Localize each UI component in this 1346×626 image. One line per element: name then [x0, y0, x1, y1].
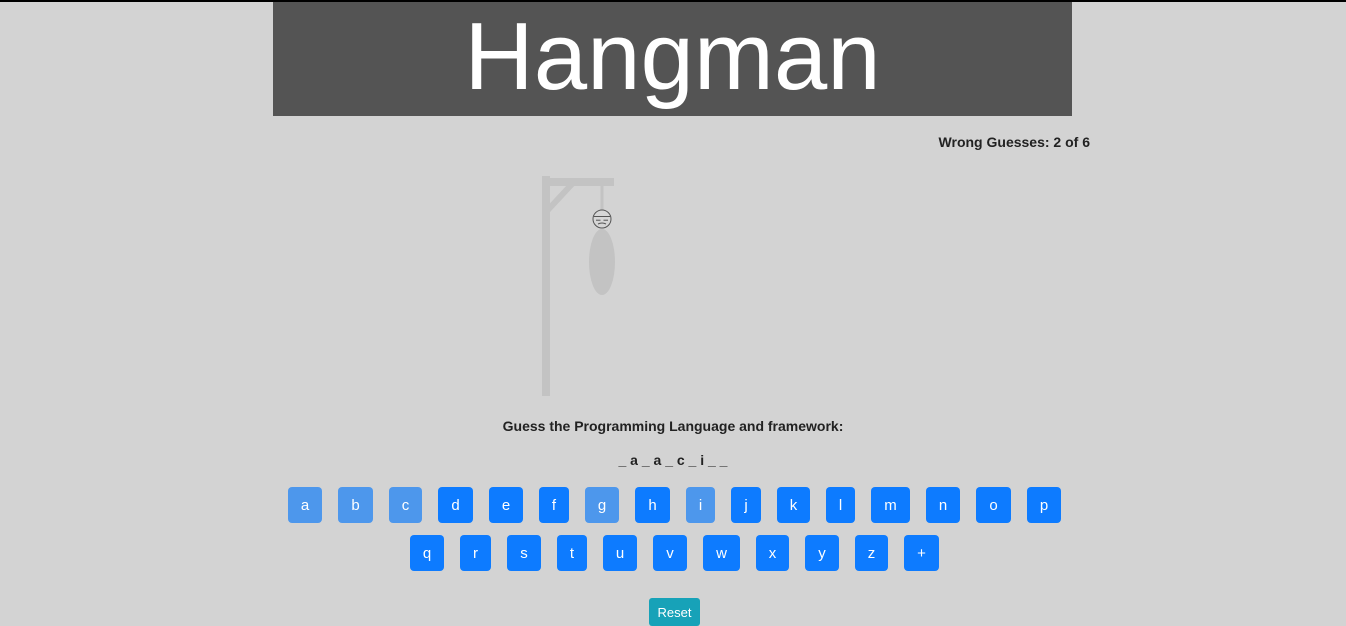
letter-key-f[interactable]: f	[539, 487, 569, 523]
letter-key-n[interactable]: n	[926, 487, 960, 523]
wrong-guesses-counter: Wrong Guesses: 2 of 6	[938, 134, 1090, 150]
letter-key-i[interactable]: i	[686, 487, 715, 523]
category-prompt: Guess the Programming Language and frame…	[502, 418, 844, 434]
letter-key-r[interactable]: r	[460, 535, 491, 571]
letter-key-b[interactable]: b	[338, 487, 373, 523]
letter-key-w[interactable]: w	[703, 535, 740, 571]
letter-key-o[interactable]: o	[976, 487, 1011, 523]
word-display: _ a _ a _ c _ i _ _	[618, 452, 728, 468]
reset-button[interactable]: Reset	[649, 598, 700, 626]
letter-key-v[interactable]: v	[653, 535, 687, 571]
letter-key-q[interactable]: q	[410, 535, 444, 571]
hangman-body	[589, 229, 615, 295]
letter-key-x[interactable]: x	[756, 535, 789, 571]
letter-key-a[interactable]: a	[288, 487, 322, 523]
letter-key-u[interactable]: u	[603, 535, 637, 571]
title-banner: Hangman	[273, 2, 1072, 116]
letter-key-e[interactable]: e	[489, 487, 523, 523]
letter-key-d[interactable]: d	[438, 487, 473, 523]
hangman-head	[592, 209, 612, 229]
letter-key-h[interactable]: h	[635, 487, 670, 523]
letter-key-plus[interactable]: +	[904, 535, 939, 571]
letter-key-z[interactable]: z	[855, 535, 888, 571]
letter-key-m[interactable]: m	[871, 487, 910, 523]
hangman-drawing	[542, 176, 615, 396]
gallows-beam	[542, 178, 614, 186]
page-title: Hangman	[464, 3, 881, 110]
letter-key-p[interactable]: p	[1027, 487, 1061, 523]
letter-key-j[interactable]: j	[731, 487, 761, 523]
letter-key-s[interactable]: s	[507, 535, 541, 571]
letter-key-l[interactable]: l	[826, 487, 855, 523]
letter-key-k[interactable]: k	[777, 487, 810, 523]
letter-key-y[interactable]: y	[805, 535, 839, 571]
letter-key-t[interactable]: t	[557, 535, 587, 571]
letter-key-c[interactable]: c	[389, 487, 422, 523]
letter-key-g[interactable]: g	[585, 487, 619, 523]
